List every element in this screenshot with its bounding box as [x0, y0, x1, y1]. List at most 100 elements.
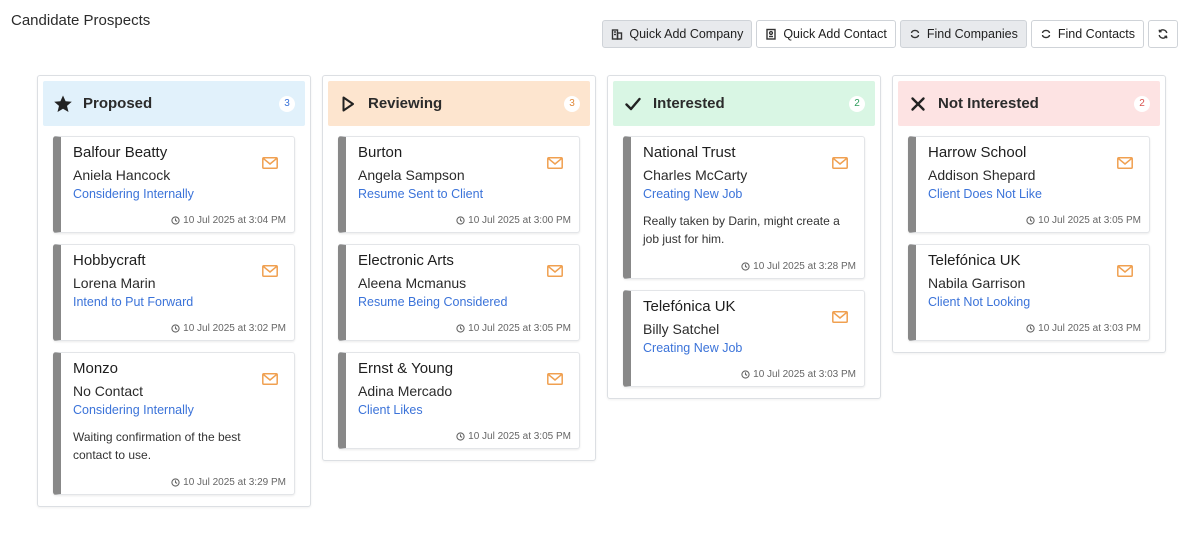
- column-title: Proposed: [83, 95, 153, 112]
- card-company[interactable]: Balfour Beatty: [73, 144, 286, 162]
- card-contact[interactable]: Nabila Garrison: [928, 274, 1141, 292]
- column-count-badge: 2: [1134, 95, 1150, 112]
- quick-add-contact-button[interactable]: Quick Add Contact: [756, 20, 896, 48]
- mail-icon[interactable]: [547, 373, 563, 385]
- card-contact[interactable]: Charles McCarty: [643, 166, 856, 184]
- card-contact[interactable]: Billy Satchel: [643, 320, 856, 338]
- card-time-text: 10 Jul 2025 at 3:03 PM: [753, 369, 856, 380]
- prospect-card[interactable]: Monzo No Contact Considering Internally …: [53, 352, 295, 495]
- column-count-badge: 3: [564, 95, 580, 112]
- card-time-text: 10 Jul 2025 at 3:05 PM: [468, 323, 571, 334]
- mail-icon[interactable]: [832, 311, 848, 323]
- mail-icon[interactable]: [1117, 157, 1133, 169]
- mail-icon[interactable]: [547, 265, 563, 277]
- card-contact[interactable]: Addison Shepard: [928, 166, 1141, 184]
- card-timestamp: 10 Jul 2025 at 3:03 PM: [928, 323, 1141, 334]
- prospect-card[interactable]: Telefónica UK Billy Satchel Creating New…: [623, 290, 865, 387]
- card-status-link[interactable]: Considering Internally: [73, 186, 286, 202]
- mail-icon[interactable]: [547, 157, 563, 169]
- card-timestamp: 10 Jul 2025 at 3:05 PM: [358, 431, 571, 442]
- prospect-card[interactable]: National Trust Charles McCarty Creating …: [623, 136, 865, 279]
- link-icon: [1041, 29, 1051, 39]
- page-title: Candidate Prospects: [11, 12, 151, 29]
- prospect-card[interactable]: Harrow School Addison Shepard Client Doe…: [908, 136, 1150, 233]
- clock-icon: [741, 262, 750, 271]
- card-contact[interactable]: Aleena Mcmanus: [358, 274, 571, 292]
- x-icon: [908, 94, 928, 114]
- card-timestamp: 10 Jul 2025 at 3:04 PM: [73, 215, 286, 226]
- clock-icon: [741, 370, 750, 379]
- card-company[interactable]: Telefónica UK: [643, 298, 856, 316]
- clock-icon: [456, 432, 465, 441]
- card-status-link[interactable]: Considering Internally: [73, 402, 286, 418]
- card-status-link[interactable]: Creating New Job: [643, 186, 856, 202]
- card-list: Balfour Beatty Aniela Hancock Considerin…: [43, 136, 305, 495]
- quick-add-company-button[interactable]: Quick Add Company: [602, 20, 753, 48]
- find-companies-button[interactable]: Find Companies: [899, 20, 1027, 48]
- card-status-link[interactable]: Creating New Job: [643, 340, 856, 356]
- prospect-card[interactable]: Burton Angela Sampson Resume Sent to Cli…: [338, 136, 580, 233]
- card-status-link[interactable]: Resume Sent to Client: [358, 186, 571, 202]
- refresh-icon: [1158, 29, 1168, 39]
- card-timestamp: 10 Jul 2025 at 3:28 PM: [643, 261, 856, 272]
- clock-icon: [171, 324, 180, 333]
- card-time-text: 10 Jul 2025 at 3:03 PM: [1038, 323, 1141, 334]
- card-contact[interactable]: Aniela Hancock: [73, 166, 286, 184]
- card-company[interactable]: Ernst & Young: [358, 360, 571, 378]
- card-company[interactable]: Monzo: [73, 360, 286, 378]
- prospect-card[interactable]: Telefónica UK Nabila Garrison Client Not…: [908, 244, 1150, 341]
- card-contact[interactable]: No Contact: [73, 382, 286, 400]
- card-note: Really taken by Darin, might create a jo…: [643, 214, 840, 246]
- card-company[interactable]: National Trust: [643, 144, 856, 162]
- card-timestamp: 10 Jul 2025 at 3:02 PM: [73, 323, 286, 334]
- clock-icon: [171, 478, 180, 487]
- quick-add-contact-label: Quick Add Contact: [783, 27, 887, 41]
- card-time-text: 10 Jul 2025 at 3:02 PM: [183, 323, 286, 334]
- check-icon: [623, 94, 643, 114]
- card-status-link[interactable]: Client Likes: [358, 402, 571, 418]
- card-time-text: 10 Jul 2025 at 3:05 PM: [1038, 215, 1141, 226]
- mail-icon[interactable]: [262, 373, 278, 385]
- column-proposed: Proposed 3 Balfour Beatty Aniela Hancock…: [37, 75, 311, 507]
- card-timestamp: 10 Jul 2025 at 3:05 PM: [358, 323, 571, 334]
- card-contact[interactable]: Adina Mercado: [358, 382, 571, 400]
- toolbar: Quick Add Company Quick Add Contact Find…: [602, 20, 1178, 48]
- prospect-card[interactable]: Electronic Arts Aleena Mcmanus Resume Be…: [338, 244, 580, 341]
- card-list: Harrow School Addison Shepard Client Doe…: [898, 136, 1160, 341]
- mail-icon[interactable]: [262, 265, 278, 277]
- card-timestamp: 10 Jul 2025 at 3:00 PM: [358, 215, 571, 226]
- card-company[interactable]: Electronic Arts: [358, 252, 571, 270]
- clock-icon: [456, 216, 465, 225]
- mail-icon[interactable]: [832, 157, 848, 169]
- find-companies-label: Find Companies: [926, 27, 1018, 41]
- mail-icon[interactable]: [262, 157, 278, 169]
- card-time-text: 10 Jul 2025 at 3:29 PM: [183, 477, 286, 488]
- card-timestamp: 10 Jul 2025 at 3:29 PM: [73, 477, 286, 488]
- contact-card-icon: [766, 28, 777, 40]
- find-contacts-button[interactable]: Find Contacts: [1030, 20, 1144, 48]
- card-company[interactable]: Burton: [358, 144, 571, 162]
- prospect-card[interactable]: Ernst & Young Adina Mercado Client Likes…: [338, 352, 580, 449]
- mail-icon[interactable]: [1117, 265, 1133, 277]
- column-title: Not Interested: [938, 95, 1039, 112]
- column-header: Interested 2: [613, 81, 875, 126]
- card-company[interactable]: Hobbycraft: [73, 252, 286, 270]
- card-status-link[interactable]: Client Does Not Like: [928, 186, 1141, 202]
- card-status-link[interactable]: Resume Being Considered: [358, 294, 571, 310]
- column-title: Interested: [653, 95, 725, 112]
- column-header: Reviewing 3: [328, 81, 590, 126]
- card-contact[interactable]: Lorena Marin: [73, 274, 286, 292]
- column-count-badge: 3: [279, 95, 295, 112]
- card-time-text: 10 Jul 2025 at 3:00 PM: [468, 215, 571, 226]
- card-company[interactable]: Telefónica UK: [928, 252, 1141, 270]
- card-time-text: 10 Jul 2025 at 3:04 PM: [183, 215, 286, 226]
- column-header: Not Interested 2: [898, 81, 1160, 126]
- card-status-link[interactable]: Client Not Looking: [928, 294, 1141, 310]
- column-header: Proposed 3: [43, 81, 305, 126]
- card-contact[interactable]: Angela Sampson: [358, 166, 571, 184]
- card-status-link[interactable]: Intend to Put Forward: [73, 294, 286, 310]
- refresh-button[interactable]: [1148, 20, 1178, 48]
- card-company[interactable]: Harrow School: [928, 144, 1141, 162]
- prospect-card[interactable]: Hobbycraft Lorena Marin Intend to Put Fo…: [53, 244, 295, 341]
- prospect-card[interactable]: Balfour Beatty Aniela Hancock Considerin…: [53, 136, 295, 233]
